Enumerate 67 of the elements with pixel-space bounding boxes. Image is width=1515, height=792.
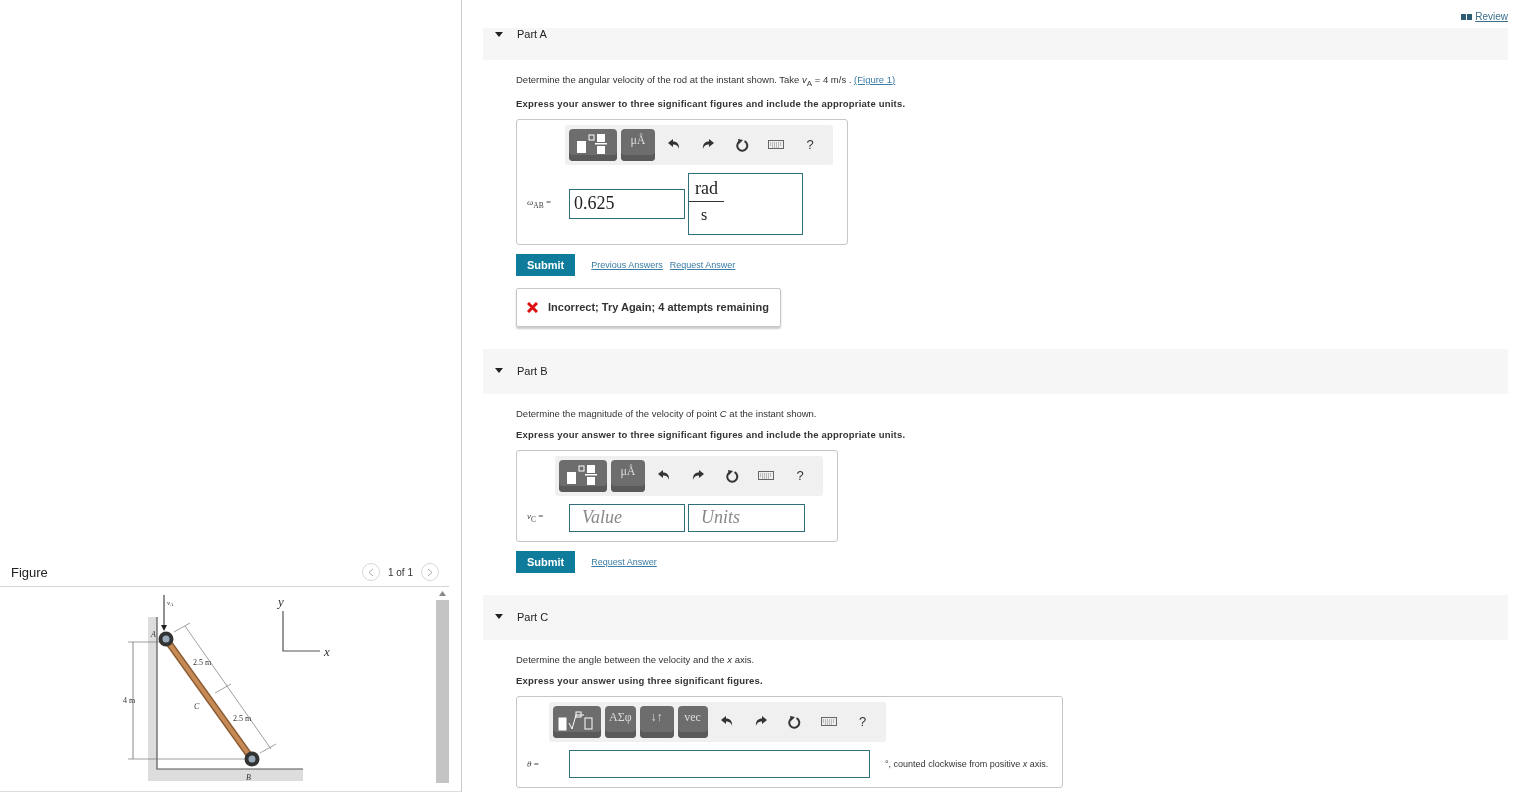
redo-icon	[692, 470, 704, 482]
keyboard-icon	[820, 717, 837, 727]
reset-icon	[735, 137, 749, 152]
point-label: B	[246, 773, 251, 782]
answer-link[interactable]: Previous Answers	[591, 259, 663, 270]
value-field[interactable]: 0.625	[569, 188, 685, 219]
template-button[interactable]	[569, 128, 617, 161]
value-field[interactable]: Value	[569, 503, 685, 532]
part-header[interactable]: Part A	[483, 28, 1508, 60]
redo-icon	[754, 716, 767, 728]
scroll-up-icon	[439, 591, 446, 596]
help-button[interactable]: ?	[795, 129, 825, 160]
question-text: Determine the magnitude of the velocity of point C at the instant shown.	[516, 407, 818, 419]
units-field[interactable]: Units	[688, 503, 805, 532]
reset-icon	[725, 468, 739, 483]
help-button[interactable]: ?	[847, 706, 878, 737]
instruction-text: Express your answer to three significant figures and include the appropriate units.	[516, 428, 907, 440]
answer-link[interactable]: Request Answer	[669, 259, 736, 270]
answer-label: θ =	[527, 758, 540, 769]
answer-link[interactable]: Request Answer	[591, 556, 657, 567]
units-field[interactable]: rad s	[688, 172, 803, 235]
undo-icon	[720, 716, 733, 728]
dimension-label: 2.5 m	[233, 714, 252, 723]
reset-icon	[788, 714, 802, 729]
part-title: Part C	[517, 611, 549, 624]
part-header[interactable]: Part C	[483, 594, 1508, 640]
symbol-button[interactable]: vec	[677, 705, 708, 738]
instruction-text: Express your answer using three significant figures.	[516, 674, 764, 686]
question-text: Determine the angle between the velocity and the x axis.	[516, 653, 756, 665]
keyboard-icon	[768, 140, 784, 150]
template-button[interactable]	[553, 705, 601, 738]
cross-icon	[527, 301, 538, 313]
chevron-right-icon	[427, 567, 433, 577]
undo-icon	[658, 470, 670, 482]
instruction-text: Express your answer to three significant figures and include the appropriate units.	[516, 97, 907, 109]
symbol-button[interactable]: μÅ	[621, 128, 655, 161]
template-button[interactable]	[559, 459, 607, 492]
figure-link[interactable]: (Figure 1)	[854, 74, 896, 85]
answer-label: v$_{C}$ =	[527, 511, 545, 525]
submit-button[interactable]: Submit	[516, 550, 576, 573]
undo-icon	[668, 139, 680, 151]
page-indicator: 1 of 1	[387, 566, 413, 578]
part-header[interactable]: Part B	[483, 348, 1508, 394]
part-title: Part B	[517, 365, 548, 378]
dimension-label: 2.5 m	[193, 658, 212, 667]
submit-button[interactable]: Submit	[516, 253, 576, 276]
redo-icon	[702, 139, 714, 151]
axis-label: x	[324, 644, 330, 659]
answer-label: ω$_{AB}$ =	[527, 197, 553, 211]
help-button[interactable]: ?	[785, 460, 815, 491]
point-label: C	[194, 702, 200, 711]
answer-field[interactable]	[569, 749, 870, 778]
dimension-label: 4 m	[123, 696, 136, 705]
book-icon	[1461, 13, 1473, 20]
figure-title: Figure	[11, 564, 48, 580]
point-label: A	[151, 630, 156, 639]
symbol-button[interactable]: μÅ	[611, 459, 645, 492]
keyboard-icon	[758, 471, 774, 481]
feedback-text: Incorrect; Try Again; 4 attempts remaining	[548, 301, 769, 314]
chevron-left-icon	[367, 567, 374, 577]
unit-note: °, counted clockwise from positive x axis.	[885, 758, 1049, 769]
question-text: Determine the angular velocity of the rod at the instant shown. Take v$_{A}$ = 4 m/s . (Figure 1)	[516, 74, 897, 88]
axis-label: y	[278, 594, 284, 609]
symbol-button[interactable]: ΑΣφ	[605, 705, 636, 738]
review-link[interactable]: Review	[1461, 11, 1508, 22]
symbol-button[interactable]: ↓↑	[639, 705, 674, 738]
part-title: Part A	[517, 28, 547, 40]
